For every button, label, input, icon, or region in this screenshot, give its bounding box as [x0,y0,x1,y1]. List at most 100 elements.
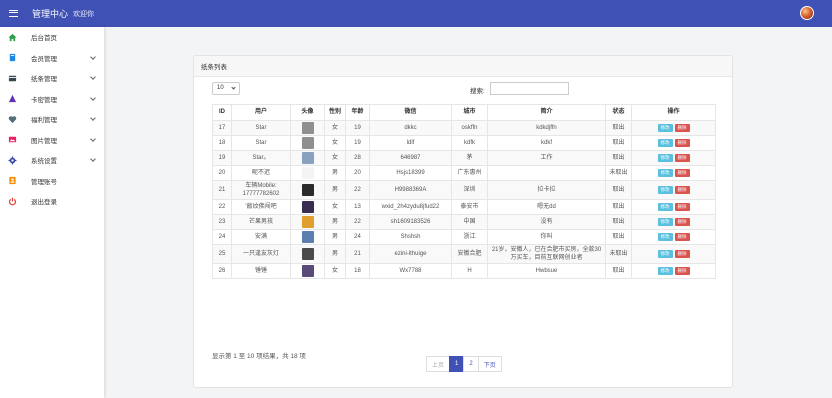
sidebar-item-1[interactable]: 后台首页 [0,27,104,48]
delete-button[interactable]: 删除 [674,153,690,162]
cell-sex: 男 [324,179,346,201]
cell-intro [487,165,606,181]
avatar [301,137,314,149]
delete-button[interactable]: 删除 [674,123,690,132]
cell-wechat: 646987 [369,150,452,166]
table-row: 21 车辆Mobile: 17777782602 男 22 H9988369A 深圳 拉卡拉… [212,179,716,201]
cell-actions: 修改 删除 [631,135,716,151]
account-icon [8,176,17,185]
chevron-down-icon [90,74,96,80]
sidebar-item-6[interactable]: 图片管理 [0,130,104,151]
cell-age: 28 [345,150,370,166]
cell-actions: 修改 删除 [631,244,716,265]
cell-actions: 修改 删除 [631,199,716,216]
cell-sex: 女 [324,150,346,166]
cell-user: Star [231,135,291,151]
cell-id: 17 [212,120,232,136]
sidebar-item-9[interactable]: 退出登录 [0,191,104,212]
search-input[interactable] [490,82,569,95]
menu-icon [8,10,18,17]
cell-wechat: Hsjs18399 [369,165,452,181]
delete-button[interactable]: 删除 [674,186,690,195]
cell-thumb [290,179,325,201]
sidebar-item-label: 退出登录 [31,199,57,207]
cell-thumb [290,214,325,231]
cell-sex: 女 [324,135,346,151]
delete-button[interactable]: 删除 [674,168,690,177]
cell-city: 中国 [451,214,488,231]
cell-actions: 修改 删除 [631,165,716,181]
sidebar-item-2[interactable]: 会员管理 [0,48,104,69]
menu-toggle-button[interactable] [0,0,26,27]
cell-wechat: dkkc [369,120,452,136]
table-row: 25 一只逢友灰灯 男 21 ezini-lthuige 安徽合肥 21岁，安徽人，已在合肥… [212,244,716,265]
data-table: ID 用户 头像 性别 年龄 微信 城市 简介 状态 操作 17 Star 女 19 dkkc oskffn… [212,104,716,280]
heart-icon [8,115,17,124]
cell-thumb [290,244,325,265]
cell-status: 取出 [605,179,632,201]
edit-button[interactable]: 修改 [657,250,673,259]
cell-wechat: Wx7788 [369,263,452,280]
cell-intro: 嗯无dd [487,199,606,216]
edit-button[interactable]: 修改 [657,123,673,132]
cell-thumb [290,229,325,246]
table-row: 18 Star 女 19 ldlf kdfk kdkf 取出 修改 删除 [212,135,716,151]
edit-button[interactable]: 修改 [657,267,673,276]
cell-wechat: sh1609183526 [369,214,452,231]
delete-button[interactable]: 删除 [674,203,690,212]
edit-button[interactable]: 修改 [657,153,673,162]
column-header: 头像 [290,104,325,121]
cell-user: '敲纹佛闯吧 [231,199,291,216]
page-button-1[interactable]: 1 [449,356,465,372]
app-title: 管理中心 [32,9,69,19]
sidebar-item-7[interactable]: 系统设置 [0,150,104,171]
sidebar-item-8[interactable]: 管理账号 [0,171,104,192]
next-page-button[interactable]: 下页 [477,356,502,372]
delete-button[interactable]: 删除 [674,267,690,276]
cell-actions: 修改 删除 [631,150,716,166]
edit-button[interactable]: 修改 [657,186,673,195]
column-header: 简介 [487,104,606,121]
delete-button[interactable]: 删除 [674,218,690,227]
delete-button[interactable]: 删除 [674,138,690,147]
edit-button[interactable]: 修改 [657,233,673,242]
cell-actions: 修改 删除 [631,179,716,201]
cell-intro: kdkdjffn [487,120,606,136]
cell-user: Star。 [231,150,291,166]
sidebar-item-5[interactable]: 福利管理 [0,109,104,130]
delete-button[interactable]: 删除 [674,233,690,242]
edit-button[interactable]: 修改 [657,203,673,212]
cell-sex: 女 [324,263,346,280]
delete-button[interactable]: 删除 [674,250,690,259]
cell-intro: Hwbsue [487,263,606,280]
sidebar: 后台首页会员管理纸条管理 卡密管理福利管理图片管理系统设置 管理账号退出登录 [0,27,104,398]
cell-age: 19 [345,135,370,151]
cell-sex: 女 [324,199,346,216]
edit-button[interactable]: 修改 [657,168,673,177]
book-icon [8,53,17,62]
cell-status: 未取出 [605,244,632,265]
sidebar-item-label: 会员管理 [31,55,57,63]
column-header: 状态 [605,104,632,121]
card-icon [8,74,17,83]
sidebar-item-3[interactable]: 纸条管理 [0,68,104,89]
cell-id: 26 [212,263,232,280]
column-header: 年龄 [345,104,370,121]
sidebar-item-label: 福利管理 [31,117,57,125]
cell-city: 茅 [451,150,488,166]
cell-user: 车辆Mobile: 17777782602 [231,179,291,201]
cell-city: kdfk [451,135,488,151]
sidebar-item-4[interactable]: 卡密管理 [0,89,104,110]
cell-wechat: ezini-lthuige [369,244,452,265]
page-button-2[interactable]: 2 [463,356,479,372]
page-size-select[interactable]: 10 [212,82,240,95]
cell-intro: 拉卡拉 [487,179,606,201]
edit-button[interactable]: 修改 [657,218,673,227]
welcome-text: 欢迎你 [73,10,95,18]
user-avatar[interactable] [800,6,814,20]
sidebar-item-label: 图片管理 [31,137,57,145]
edit-button[interactable]: 修改 [657,138,673,147]
power-icon [8,197,17,206]
prev-page-button[interactable]: 上页 [426,356,451,372]
cell-user: Star [231,120,291,136]
